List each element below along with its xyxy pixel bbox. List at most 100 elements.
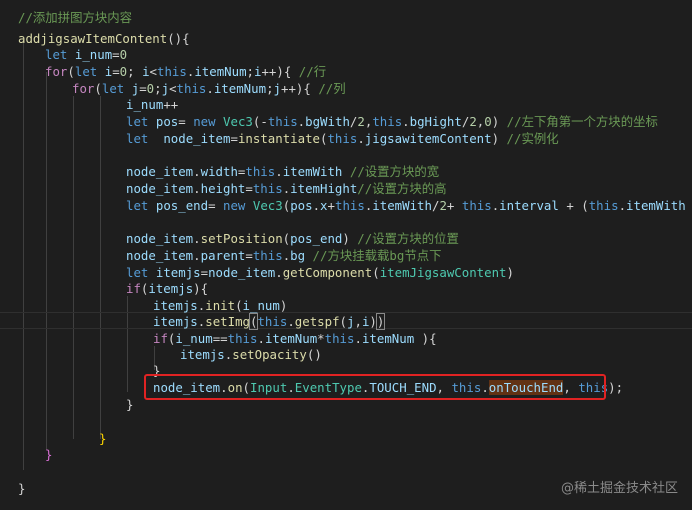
operator: ++ <box>163 97 179 112</box>
variable: node_item <box>126 181 194 196</box>
operator: = <box>112 47 120 62</box>
function-call: setImg <box>205 314 250 329</box>
punct: ){ <box>421 331 437 346</box>
operator: = <box>112 64 120 79</box>
variable: node_item <box>126 231 194 246</box>
indent-guide <box>73 96 74 439</box>
code-line[interactable]: let i_num=0 <box>45 46 127 63</box>
operator: ++ <box>261 64 277 79</box>
code-line[interactable]: } <box>99 430 106 447</box>
code-line[interactable]: addjigsawItemContent(){ <box>18 30 190 47</box>
code-line[interactable]: node_item.height=this.itemHight//设置方块的高 <box>126 180 447 197</box>
keyword: let <box>45 47 68 62</box>
punct: ){ <box>295 81 311 96</box>
operator: - <box>260 114 268 129</box>
code-line[interactable]: let itemjs=node_item.getComponent(itemJi… <box>126 264 514 281</box>
keyword: let <box>126 198 149 213</box>
operator: + <box>327 198 335 213</box>
keyword: this <box>588 198 619 213</box>
operator: * <box>317 331 325 346</box>
keyword: this <box>372 114 403 129</box>
code-line[interactable]: //添加拼图方块内容 <box>18 9 132 26</box>
punct: ( <box>581 198 589 213</box>
property: itemWith <box>282 164 343 179</box>
code-line[interactable]: itemjs.setOpacity() <box>180 346 322 363</box>
operator: = <box>208 198 216 213</box>
code-line[interactable]: i_num++ <box>126 96 178 113</box>
property: bgHight <box>409 114 462 129</box>
variable: pos <box>290 198 313 213</box>
punct: } <box>18 481 26 496</box>
keyword: this <box>245 164 276 179</box>
code-line[interactable]: } <box>18 480 25 497</box>
property: width <box>200 164 238 179</box>
punct: , <box>354 314 362 329</box>
keyword: this <box>157 64 187 79</box>
keyword: new <box>193 114 216 129</box>
variable: itemjs <box>153 298 198 313</box>
operator: = <box>230 131 238 146</box>
comment: //添加拼图方块内容 <box>18 10 133 25</box>
code-line[interactable]: node_item.parent=this.bg //方块挂载载bg节点下 <box>126 247 442 264</box>
function-call: instantiate <box>237 131 320 146</box>
punct: . <box>357 131 365 146</box>
code-line[interactable]: } <box>45 446 52 463</box>
function-call: setPosition <box>200 231 283 246</box>
code-line[interactable]: node_item.setPosition(pos_end) //设置方块的位置 <box>126 230 459 247</box>
keyword: this <box>252 181 283 196</box>
punct: ( <box>67 64 75 79</box>
property: x <box>320 198 328 213</box>
operator: < <box>169 81 177 96</box>
punct: ( <box>372 265 380 280</box>
punct: . <box>287 314 295 329</box>
keyword: this <box>257 314 288 329</box>
indent-guide <box>23 40 24 470</box>
code-line[interactable]: for(let j=0;j<this.itemNum;j++){ //列 <box>72 80 346 97</box>
punct: . <box>275 164 283 179</box>
code-line[interactable]: itemjs.init(i_num) <box>153 297 287 314</box>
code-line[interactable]: let pos= new Vec3(-this.bgWith/2,this.bg… <box>126 113 658 130</box>
code-line[interactable]: if(i_num==this.itemNum*this.itemNum ){ <box>153 330 437 347</box>
keyword: let <box>101 81 125 96</box>
variable: i_num <box>74 47 113 62</box>
code-line[interactable]: } <box>126 396 133 413</box>
code-line[interactable]: node_item.width=this.itemWith //设置方块的宽 <box>126 163 439 180</box>
operator: = <box>178 114 186 129</box>
code-line[interactable]: if(itemjs){ <box>126 280 208 297</box>
code-line[interactable]: for(let i=0; i<this.itemNum;i++){ //行 <box>45 63 326 80</box>
variable: itemjs <box>180 347 225 362</box>
keyword: this <box>334 198 365 213</box>
code-line[interactable]: let node_item=instantiate(this.jigsawite… <box>126 130 559 147</box>
keyword: for <box>72 81 95 96</box>
punct: . <box>193 231 201 246</box>
indent-guide <box>127 296 128 392</box>
annotation-highlight-box <box>144 374 606 400</box>
keyword: this <box>227 331 258 346</box>
punct: ) <box>279 298 288 313</box>
punct: } <box>99 431 107 446</box>
variable: pos_end <box>155 198 209 213</box>
property: parent <box>200 248 246 263</box>
punct: ){ <box>193 281 209 296</box>
operator: ++ <box>281 81 296 96</box>
code-line[interactable]: let pos_end= new Vec3(pos.x+this.itemWit… <box>126 197 692 214</box>
punct: . <box>257 331 265 346</box>
operator: = <box>139 81 147 96</box>
code-line[interactable]: itemjs.setImg(this.getspf(j,i)) <box>153 313 386 330</box>
operator: = <box>245 181 253 196</box>
punct: ( <box>339 314 348 329</box>
property: itemWith <box>626 198 686 213</box>
keyword: let <box>126 131 149 146</box>
punct: . <box>402 114 410 129</box>
punct: ) <box>506 265 514 280</box>
punct: . <box>193 164 201 179</box>
code-editor[interactable]: //添加拼图方块内容 addjigsawItemContent(){ let i… <box>0 0 692 510</box>
variable: itemjs <box>153 314 198 329</box>
